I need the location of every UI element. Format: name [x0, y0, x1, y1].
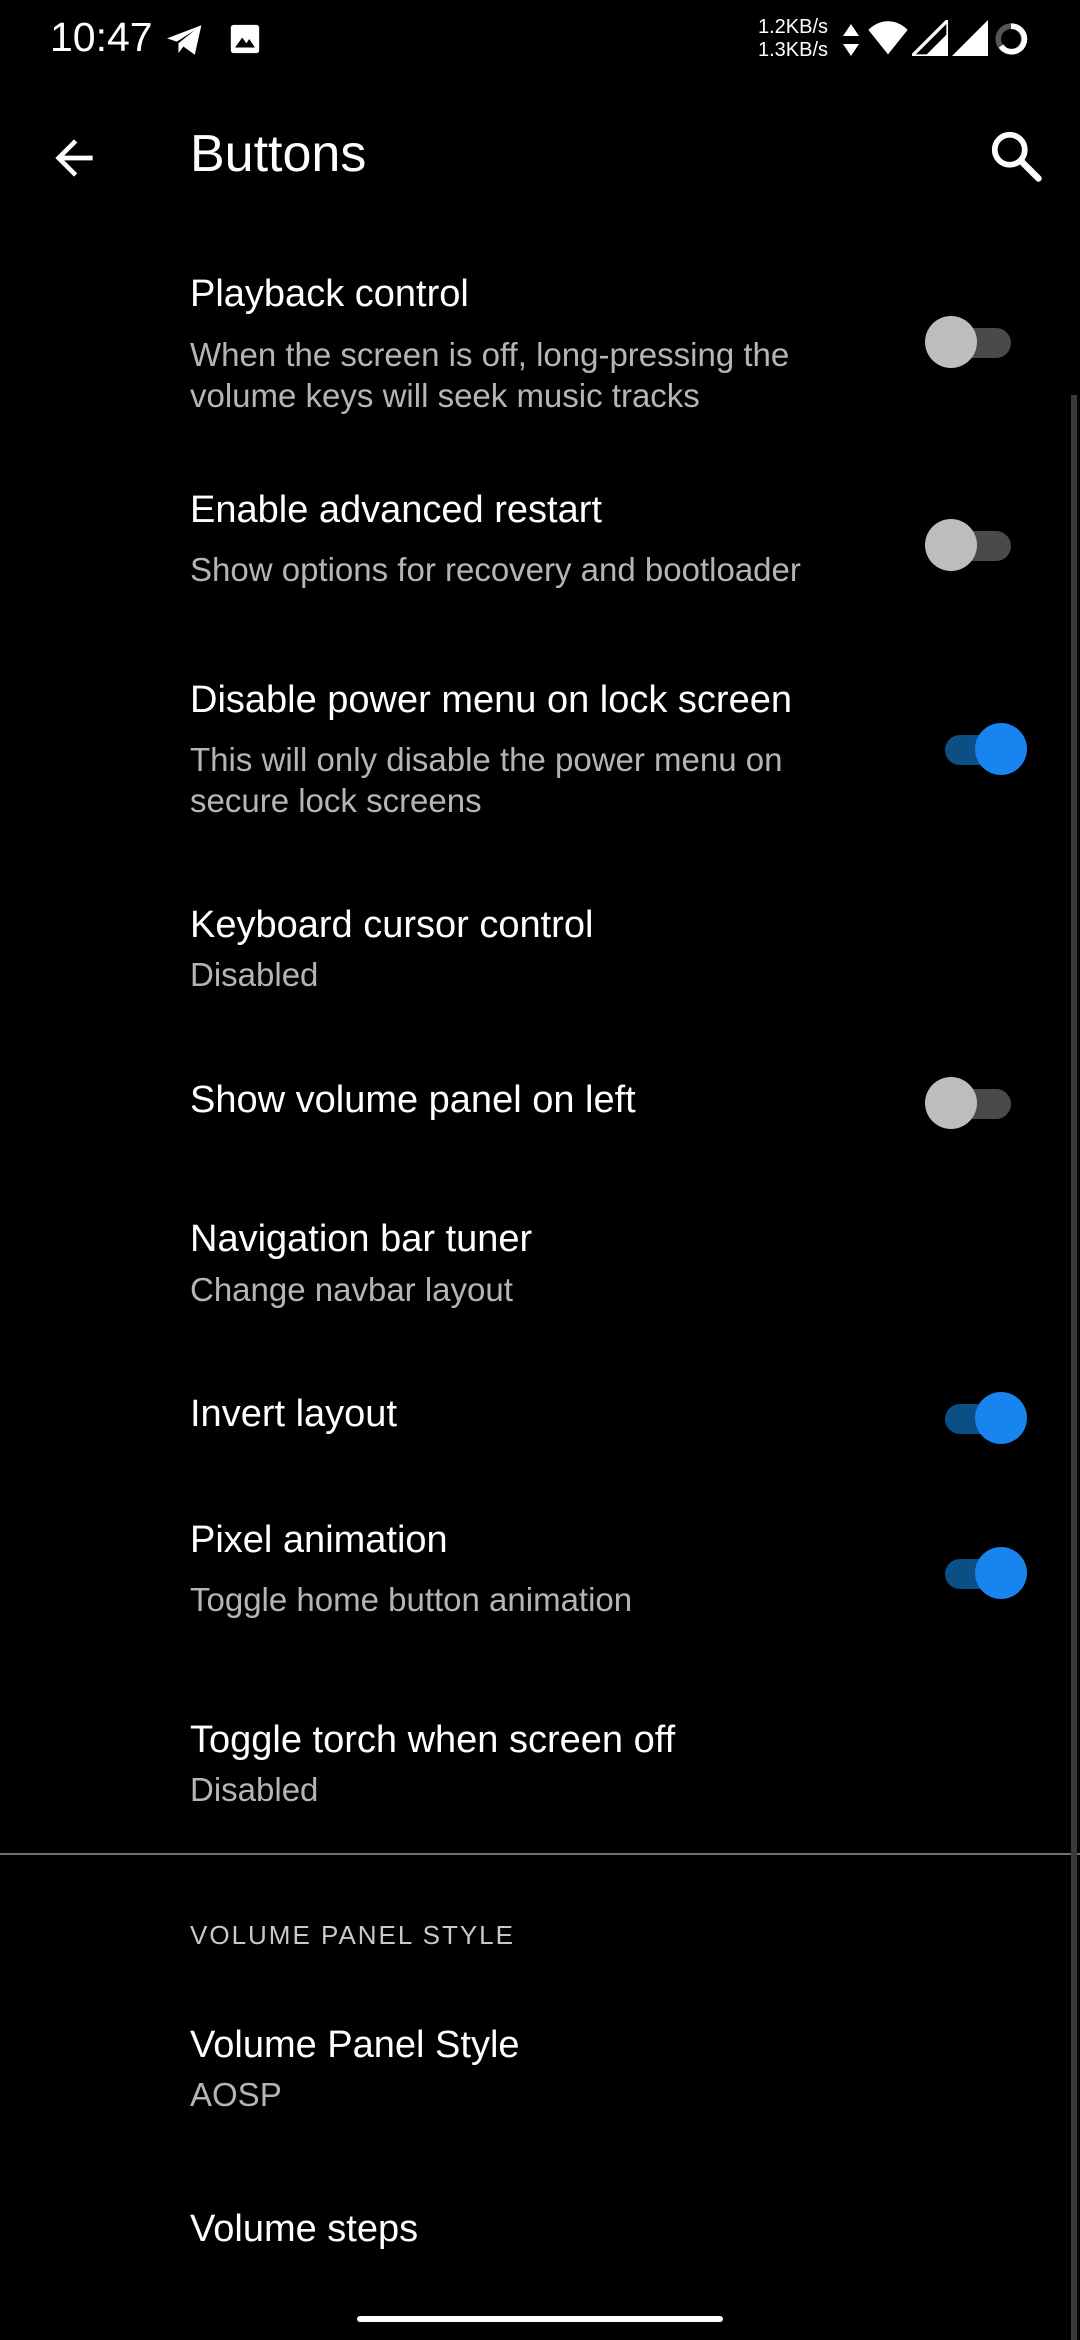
- setting-summary: Disabled: [190, 1771, 319, 1808]
- setting-toggle-torch[interactable]: Toggle torch when screen off Disabled: [0, 1695, 1080, 1835]
- setting-summary: Disabled: [190, 956, 319, 993]
- setting-title: Volume steps: [190, 2208, 419, 2250]
- setting-pixel-animation[interactable]: Pixel animation Toggle home button anima…: [0, 1495, 1080, 1645]
- signal-icon: [908, 16, 950, 61]
- battery-icon: [994, 22, 1028, 61]
- setting-title: Disable power menu on lock screen: [190, 679, 792, 721]
- data-activity-icon: [843, 24, 859, 61]
- pixel-animation-toggle[interactable]: [925, 1545, 1035, 1601]
- status-bar: 10:47 1.2KB/s 1.3KB/s: [0, 0, 1080, 80]
- signal-icon: [952, 20, 988, 61]
- wifi-icon: [868, 20, 908, 61]
- net-down-speed: 1.3KB/s: [758, 39, 829, 61]
- setting-disable-power-menu[interactable]: Disable power menu on lock screen This w…: [0, 655, 1080, 855]
- setting-summary: This will only disable the power menu on…: [190, 741, 783, 819]
- setting-summary: Toggle home button animation: [190, 1581, 633, 1618]
- setting-title: Pixel animation: [190, 1519, 448, 1561]
- network-speed: 1.2KB/s 1.3KB/s: [758, 16, 828, 62]
- section-header: VOLUME PANEL STYLE: [190, 1920, 515, 1950]
- invert-layout-toggle[interactable]: [925, 1390, 1035, 1446]
- setting-summary: AOSP: [190, 2076, 282, 2113]
- setting-title: Invert layout: [190, 1393, 397, 1435]
- scrollbar[interactable]: [1071, 395, 1077, 2340]
- status-time: 10:47: [50, 14, 153, 60]
- advanced-restart-toggle[interactable]: [925, 517, 1035, 573]
- setting-summary: Change navbar layout: [190, 1271, 513, 1308]
- setting-title: Volume Panel Style: [190, 2024, 520, 2066]
- setting-title: Enable advanced restart: [190, 489, 602, 531]
- gesture-nav-handle[interactable]: [357, 2316, 723, 2322]
- setting-navigation-bar-tuner[interactable]: Navigation bar tuner Change navbar layou…: [0, 1195, 1080, 1335]
- image-icon: [228, 22, 262, 61]
- net-up-speed: 1.2KB/s: [758, 16, 829, 38]
- page-title: Buttons: [190, 125, 367, 183]
- setting-enable-advanced-restart[interactable]: Enable advanced restart Show options for…: [0, 465, 1080, 615]
- setting-title: Show volume panel on left: [190, 1079, 636, 1121]
- setting-volume-panel-style[interactable]: Volume Panel Style AOSP: [0, 2000, 1080, 2140]
- app-bar: Buttons: [0, 100, 1080, 210]
- setting-keyboard-cursor-control[interactable]: Keyboard cursor control Disabled: [0, 880, 1080, 1020]
- disable-power-menu-toggle[interactable]: [925, 721, 1035, 777]
- playback-control-toggle[interactable]: [925, 314, 1035, 370]
- setting-title: Playback control: [190, 273, 469, 315]
- setting-show-volume-panel-on-left[interactable]: Show volume panel on left: [0, 1055, 1080, 1155]
- search-icon[interactable]: [986, 126, 1046, 186]
- section-divider: [0, 1853, 1080, 1855]
- back-arrow-icon[interactable]: [46, 130, 102, 186]
- setting-playback-control[interactable]: Playback control When the screen is off,…: [0, 250, 1080, 450]
- setting-title: Keyboard cursor control: [190, 904, 594, 946]
- volume-panel-left-toggle[interactable]: [925, 1075, 1035, 1131]
- setting-summary: When the screen is off, long-pressing th…: [190, 336, 790, 414]
- setting-volume-steps[interactable]: Volume steps: [0, 2190, 1080, 2290]
- setting-summary: Show options for recovery and bootloader: [190, 551, 801, 588]
- setting-invert-layout[interactable]: Invert layout: [0, 1368, 1080, 1468]
- telegram-icon: [165, 22, 205, 63]
- setting-title: Navigation bar tuner: [190, 1218, 533, 1260]
- setting-title: Toggle torch when screen off: [190, 1719, 676, 1761]
